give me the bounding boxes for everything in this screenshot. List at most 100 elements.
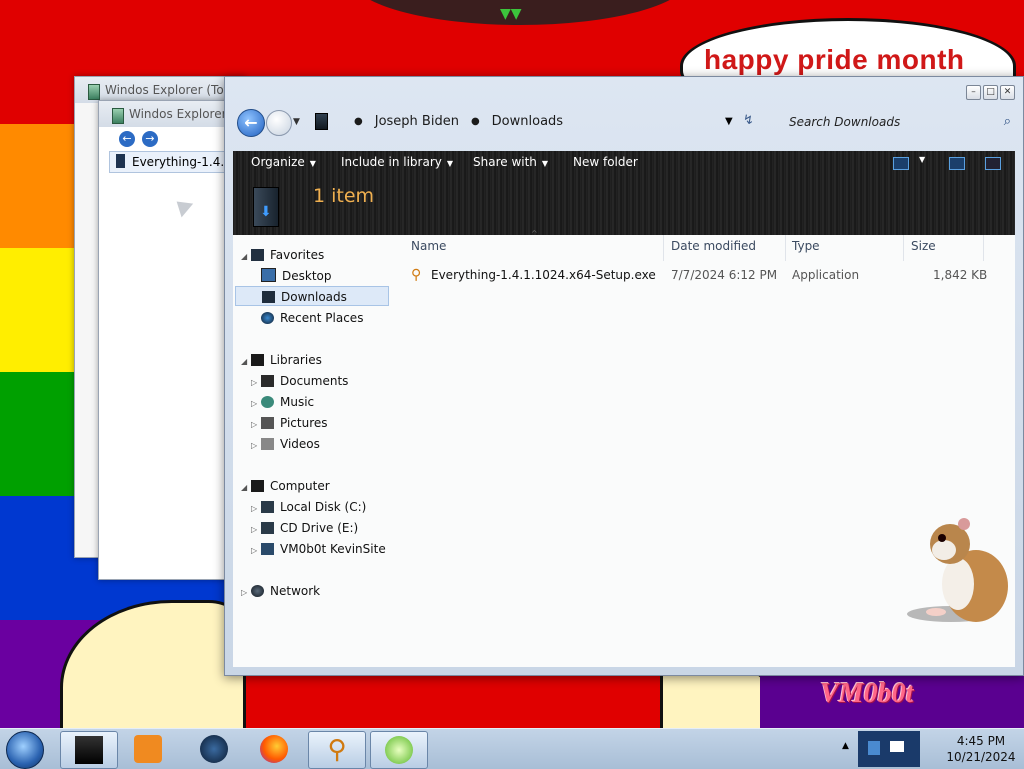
file-size: 1,842 KB (933, 268, 988, 282)
address-bar: ← ▼ ● Joseph Biden ● Downloads ▼ ↯ Searc… (235, 107, 1015, 139)
nav-cd-drive[interactable]: ▷ CD Drive (E:) (251, 518, 358, 538)
taskbar-media-player[interactable] (120, 731, 176, 767)
pictures-icon (261, 417, 274, 429)
view-options-dropdown[interactable]: ▼ (919, 155, 925, 164)
breadcrumb: ● Joseph Biden ● Downloads (315, 113, 563, 130)
nav-desktop[interactable]: Desktop (261, 266, 332, 286)
column-type[interactable]: Type (792, 239, 820, 253)
downloads-folder-large-icon: ⬇ (253, 187, 279, 227)
help-icon[interactable] (985, 157, 1001, 170)
videos-icon (261, 438, 274, 450)
nav-computer[interactable]: ◢ Computer (241, 476, 330, 496)
firefox-icon (260, 735, 288, 763)
media-player-icon (134, 735, 162, 763)
globe-icon (200, 735, 228, 763)
music-icon (261, 396, 274, 408)
command-bar: Organize ▼ Include in library ▼ Share with… (233, 151, 1015, 235)
file-icon (116, 154, 125, 168)
organize-button[interactable]: Organize ▼ (251, 155, 316, 169)
everything-search-icon: ⚲ (411, 267, 422, 283)
file-type: Application (792, 268, 860, 282)
navigation-pane: ◢ Favorites Desktop Downloads Recent Plac… (233, 235, 405, 667)
hamster-image (907, 518, 1008, 622)
nav-network[interactable]: ▷ Network (241, 581, 320, 601)
recent-pages-dropdown[interactable]: ▼ (293, 117, 300, 127)
network-drive-icon (261, 543, 274, 555)
character-eyes: ▼▼ (500, 6, 522, 22)
system-tray (858, 731, 920, 767)
share-with-button[interactable]: Share with ▼ (473, 155, 548, 169)
nav-videos[interactable]: ▷ Videos (251, 434, 320, 454)
speech-bubble-text: happy pride month (704, 44, 965, 75)
vm0b0t-logo: VM0b0t (820, 678, 914, 709)
taskbar: ⚲ ▲ 4:45 PM 10/21/2024 (0, 728, 1024, 769)
clock[interactable]: 4:45 PM 10/21/2024 (940, 733, 1022, 765)
minimize-button[interactable]: – (966, 85, 981, 100)
search-placeholder: Search Downloads (789, 115, 901, 129)
maximize-button[interactable]: □ (983, 85, 998, 100)
downloads-icon (262, 291, 275, 303)
taskbar-globe[interactable] (186, 731, 242, 767)
taskbar-kiwi[interactable] (370, 731, 428, 769)
explorer-window[interactable]: – □ ✕ ← ▼ ● Joseph Biden ● Downloads ▼ ↯… (224, 76, 1024, 676)
forward-button[interactable] (266, 110, 292, 136)
item-count: 1 item (313, 185, 375, 207)
nav-local-disk[interactable]: ▷ Local Disk (C:) (251, 497, 366, 517)
breadcrumb-item[interactable]: Downloads (492, 114, 563, 129)
nav-documents[interactable]: ▷ Documents (251, 371, 348, 391)
refresh-icon[interactable]: ↯ (743, 113, 754, 128)
file-name: Everything-1.4.1.1024.x64-Setup.exe (431, 268, 656, 282)
address-dropdown[interactable]: ▼ (725, 116, 733, 127)
libraries-icon (251, 354, 264, 366)
column-date-modified[interactable]: Date modified (671, 239, 756, 253)
view-options-icon[interactable] (893, 157, 909, 170)
include-in-library-button[interactable]: Include in library ▼ (341, 155, 453, 169)
hard-drive-icon (261, 501, 274, 513)
nav-network-share[interactable]: ▷ VM0b0t KevinSite (251, 539, 386, 559)
documents-icon (261, 375, 274, 387)
new-folder-button[interactable]: New folder (573, 155, 638, 169)
preview-pane-icon[interactable] (949, 157, 965, 170)
content-area: ◢ Favorites Desktop Downloads Recent Plac… (233, 229, 1015, 667)
network-icon (251, 585, 264, 597)
clock-date: 10/21/2024 (946, 750, 1016, 764)
forward-arrow-icon[interactable]: → (142, 131, 158, 147)
nav-recent-places[interactable]: Recent Places (261, 308, 363, 328)
downloads-folder-icon (315, 113, 328, 130)
breadcrumb-item[interactable]: Joseph Biden (375, 114, 459, 129)
computer-icon (251, 480, 264, 492)
cd-drive-icon (261, 522, 274, 534)
search-input[interactable]: Search Downloads ⌕ (781, 111, 1015, 133)
nav-music[interactable]: ▷ Music (251, 392, 314, 412)
taskbar-explorer[interactable] (60, 731, 118, 769)
favorites-star-icon (251, 249, 264, 261)
nav-favorites[interactable]: ◢ Favorites (241, 245, 324, 265)
network-tray-icon[interactable] (868, 741, 880, 755)
everything-search-icon: ⚲ (327, 735, 347, 765)
column-name[interactable]: Name (411, 239, 446, 253)
explorer-app-icon (88, 84, 100, 100)
column-size[interactable]: Size (911, 239, 936, 253)
sort-arrow-icon: ^ (531, 229, 538, 238)
recent-places-icon (261, 312, 274, 324)
nav-libraries[interactable]: ◢ Libraries (241, 350, 322, 370)
back-arrow-icon[interactable]: ← (119, 131, 135, 147)
kiwi-icon (385, 736, 413, 764)
cursor-icon (170, 194, 194, 218)
explorer-icon (75, 736, 103, 764)
show-hidden-icons-button[interactable]: ▲ (842, 741, 849, 751)
explorer-app-icon (112, 108, 124, 124)
nav-pictures[interactable]: ▷ Pictures (251, 413, 328, 433)
list-item[interactable]: Everything-1.4.1.1 (109, 151, 243, 173)
clock-time: 4:45 PM (956, 734, 1006, 748)
taskbar-everything[interactable]: ⚲ (308, 731, 366, 769)
close-button[interactable]: ✕ (1000, 85, 1015, 100)
taskbar-firefox[interactable] (246, 731, 302, 767)
file-date: 7/7/2024 6:12 PM (671, 268, 778, 282)
action-center-icon[interactable] (890, 741, 904, 752)
nav-downloads[interactable]: Downloads (235, 286, 389, 306)
back-button[interactable]: ← (237, 109, 265, 137)
search-icon[interactable]: ⌕ (1004, 114, 1011, 129)
desktop-icon (261, 268, 276, 282)
start-button[interactable] (6, 731, 44, 769)
